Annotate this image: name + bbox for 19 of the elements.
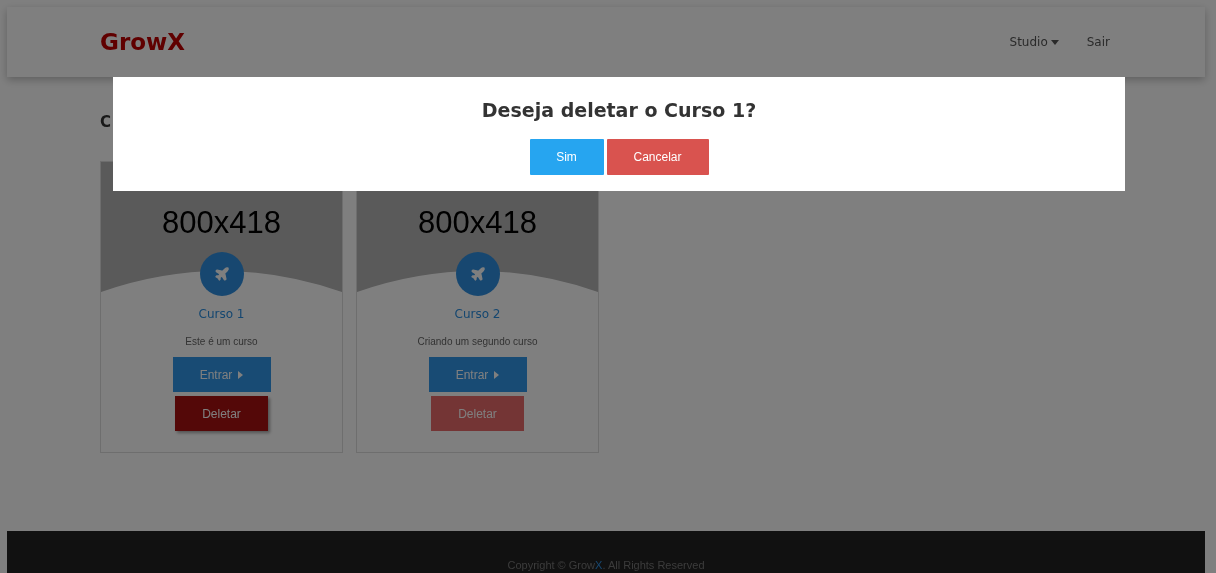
brand-logo[interactable]: GrowX (100, 29, 185, 55)
confirm-button[interactable]: Sim (529, 139, 604, 175)
caret-icon (494, 370, 500, 379)
image-size-label: 800x418 (162, 206, 281, 240)
cancel-button[interactable]: Cancelar (606, 139, 709, 175)
page-heading: C (100, 113, 111, 131)
nav-link[interactable]: Studio (1009, 35, 1059, 49)
dialog-title: Deseja deletar o Curso 1? (481, 99, 757, 121)
course-description: Este é um curso (185, 336, 258, 347)
nav-link[interactable]: Sair (1086, 35, 1110, 49)
course-description: Criando um segundo curso (417, 336, 538, 347)
course-title: Curso 2 (454, 307, 501, 321)
delete-button[interactable]: Deletar (175, 396, 268, 431)
course-title: Curso 1 (198, 307, 245, 321)
image-size-label: 800x418 (418, 206, 537, 240)
enter-button[interactable]: Entrar (428, 357, 527, 392)
caret-icon (238, 370, 244, 379)
delete-button[interactable]: Deletar (431, 396, 524, 431)
enter-button[interactable]: Entrar (172, 357, 271, 392)
